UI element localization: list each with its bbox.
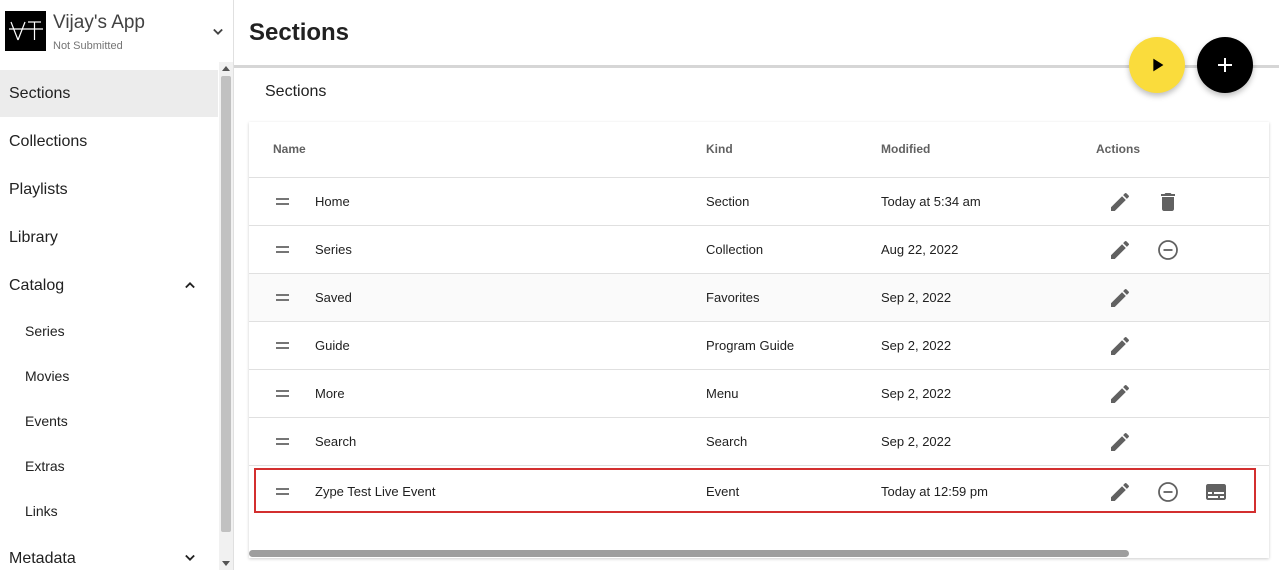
- drag-handle-icon[interactable]: [276, 438, 289, 446]
- row-modified: Sep 2, 2022: [881, 434, 952, 449]
- subtitles-icon[interactable]: [1204, 480, 1228, 504]
- row-name: Guide: [315, 338, 350, 353]
- app-name: Vijay's App: [53, 12, 146, 33]
- table-horizontal-scrollbar[interactable]: [249, 550, 1129, 557]
- preview-play-button[interactable]: [1129, 37, 1185, 93]
- drag-handle-icon[interactable]: [276, 294, 289, 302]
- sidebar: Vijay's App Not Submitted Sections Colle…: [0, 0, 234, 570]
- row-kind: Section: [706, 194, 750, 209]
- edit-pencil-icon[interactable]: [1108, 430, 1132, 454]
- sidebar-subitem-movies[interactable]: Movies: [0, 353, 218, 398]
- table-row[interactable]: Saved Favorites Sep 2, 2022: [249, 274, 1269, 322]
- remove-circle-icon[interactable]: [1156, 238, 1180, 262]
- sidebar-nav: Sections Collections Playlists Library C…: [0, 62, 233, 570]
- drag-handle-icon[interactable]: [276, 342, 289, 350]
- chevron-down-icon[interactable]: [208, 22, 228, 42]
- sidebar-subitem-label: Events: [25, 412, 68, 429]
- sidebar-subitem-events[interactable]: Events: [0, 398, 218, 443]
- sidebar-scrollbar-thumb[interactable]: [221, 76, 231, 532]
- sidebar-item-label: Playlists: [9, 180, 68, 198]
- sidebar-item-label: Library: [9, 228, 58, 246]
- row-modified: Today at 5:34 am: [881, 194, 981, 209]
- sidebar-item-catalog[interactable]: Catalog: [0, 262, 218, 309]
- sidebar-subitem-label: Links: [25, 502, 58, 519]
- sidebar-subitem-links[interactable]: Links: [0, 488, 218, 533]
- section-heading: Sections: [265, 83, 327, 100]
- sidebar-subitem-extras[interactable]: Extras: [0, 443, 218, 488]
- edit-pencil-icon[interactable]: [1108, 334, 1132, 358]
- edit-pencil-icon[interactable]: [1108, 190, 1132, 214]
- sidebar-item-label: Sections: [9, 84, 71, 102]
- drag-handle-icon[interactable]: [276, 390, 289, 398]
- table-row[interactable]: More Menu Sep 2, 2022: [249, 370, 1269, 418]
- app-logo: [5, 11, 46, 51]
- drag-handle-icon[interactable]: [276, 488, 289, 496]
- chevron-up-icon[interactable]: [180, 275, 200, 295]
- app-switcher[interactable]: Vijay's App Not Submitted: [0, 0, 233, 62]
- edit-pencil-icon[interactable]: [1108, 480, 1132, 504]
- table-row[interactable]: Guide Program Guide Sep 2, 2022: [249, 322, 1269, 370]
- edit-pencil-icon[interactable]: [1108, 286, 1132, 310]
- sidebar-item-library[interactable]: Library: [0, 214, 218, 261]
- row-modified: Sep 2, 2022: [881, 386, 952, 401]
- scroll-down-arrow-icon[interactable]: [222, 561, 230, 566]
- chevron-down-icon[interactable]: [180, 548, 200, 568]
- drag-handle-icon[interactable]: [276, 246, 289, 254]
- title-divider: [234, 65, 1279, 68]
- app-root: Vijay's App Not Submitted Sections Colle…: [0, 0, 1279, 570]
- row-name: Series: [315, 242, 352, 257]
- delete-trash-icon[interactable]: [1156, 190, 1180, 214]
- row-kind: Program Guide: [706, 338, 795, 353]
- column-header-modified[interactable]: Modified: [881, 142, 930, 156]
- row-kind: Search: [706, 434, 748, 449]
- sidebar-item-label: Catalog: [9, 276, 65, 294]
- row-kind: Event: [706, 484, 740, 499]
- row-name: Zype Test Live Event: [315, 484, 436, 499]
- row-name: More: [315, 386, 345, 401]
- table-header: Name Kind Modified Actions: [249, 122, 1269, 178]
- page-title: Sections: [249, 19, 350, 46]
- sidebar-item-collections[interactable]: Collections: [0, 118, 218, 165]
- table-row[interactable]: Home Section Today at 5:34 am: [249, 178, 1269, 226]
- edit-pencil-icon[interactable]: [1108, 382, 1132, 406]
- row-modified: Sep 2, 2022: [881, 290, 952, 305]
- row-kind: Favorites: [706, 290, 760, 305]
- sidebar-subitem-label: Movies: [25, 367, 70, 384]
- row-name: Saved: [315, 290, 352, 305]
- sidebar-item-label: Collections: [9, 132, 88, 150]
- table-row[interactable]: Search Search Sep 2, 2022: [249, 418, 1269, 466]
- add-section-button[interactable]: [1197, 37, 1253, 93]
- edit-pencil-icon[interactable]: [1108, 238, 1132, 262]
- sidebar-item-playlists[interactable]: Playlists: [0, 166, 218, 213]
- row-modified: Sep 2, 2022: [881, 338, 952, 353]
- sidebar-item-metadata[interactable]: Metadata: [0, 535, 218, 570]
- row-name: Search: [315, 434, 357, 449]
- play-icon: [1153, 58, 1164, 72]
- sidebar-item-sections[interactable]: Sections: [0, 70, 218, 117]
- remove-circle-icon[interactable]: [1156, 480, 1180, 504]
- scroll-up-arrow-icon[interactable]: [222, 66, 230, 71]
- row-modified: Today at 12:59 pm: [881, 484, 988, 499]
- table-row-highlighted[interactable]: Zype Test Live Event Event Today at 12:5…: [254, 468, 1256, 513]
- sidebar-subitem-series[interactable]: Series: [0, 308, 218, 353]
- sidebar-subitem-label: Extras: [25, 457, 65, 474]
- plus-icon: [1218, 58, 1232, 72]
- app-status: Not Submitted: [53, 40, 123, 52]
- main-content: Sections Sections Name Kind Modified Act…: [234, 0, 1279, 570]
- table-row[interactable]: Series Collection Aug 22, 2022: [249, 226, 1269, 274]
- row-name: Home: [315, 194, 350, 209]
- column-header-name[interactable]: Name: [273, 142, 306, 156]
- row-modified: Aug 22, 2022: [881, 242, 959, 257]
- row-kind: Menu: [706, 386, 739, 401]
- column-header-actions: Actions: [1096, 142, 1141, 156]
- vt-logo-icon: [8, 21, 43, 41]
- drag-handle-icon[interactable]: [276, 198, 289, 206]
- sections-table: Name Kind Modified Actions Home Section …: [249, 122, 1269, 558]
- sidebar-subitem-label: Series: [25, 322, 65, 339]
- row-kind: Collection: [706, 242, 764, 257]
- column-header-kind[interactable]: Kind: [706, 142, 733, 156]
- sidebar-item-label: Metadata: [9, 549, 76, 567]
